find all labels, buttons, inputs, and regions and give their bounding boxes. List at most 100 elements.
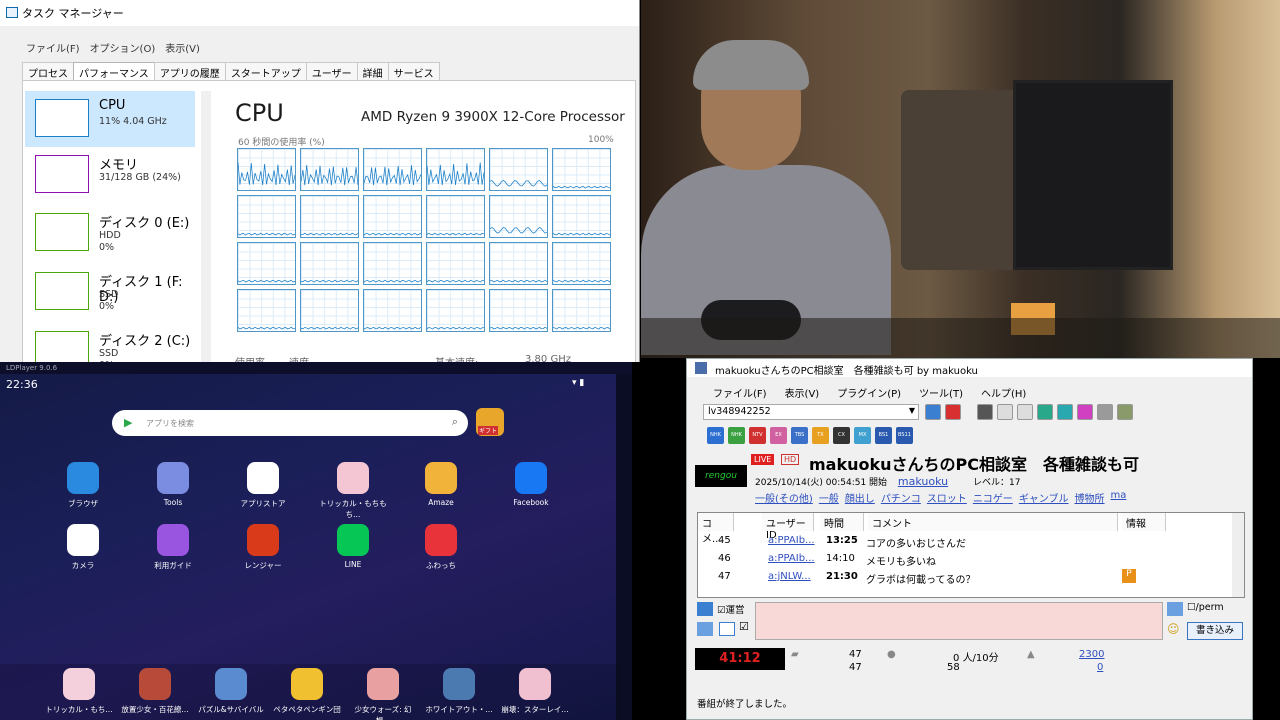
owner-link[interactable]: makuoku [898,475,948,488]
dock-app[interactable]: トリッカル・もち... [44,668,114,715]
search-button[interactable] [1077,404,1093,420]
tab-app-history[interactable]: アプリの履歴 [153,62,226,80]
col-comment[interactable]: コメント [868,513,1118,531]
comment-time: 21:30 [826,571,858,582]
dock-app[interactable]: ペタペタペンギン団 [272,668,342,715]
menu-view[interactable]: 表示(V) [785,385,820,400]
comment-user[interactable]: a:jNLW... [768,571,811,582]
tag-link[interactable]: 一般 [819,490,839,505]
menu-file[interactable]: ファイル(F) [26,40,80,55]
tab-services[interactable]: サービス [387,62,440,80]
channel-button[interactable]: MX [854,427,871,444]
upload-button[interactable] [1037,404,1053,420]
table-row[interactable]: 47 a:jNLW... 21:30 グラボは何載ってるの？ P [698,569,1238,587]
menu-plugin[interactable]: プラグイン(P) [837,385,901,400]
perm-checkbox[interactable]: ☐/perm [1187,602,1224,613]
app-browser[interactable]: ブラウザ [48,462,118,509]
table-row[interactable]: 46 a:PPAIb... 14:10 メモリも多いね [698,551,1238,569]
col-info[interactable]: 情報 [1122,513,1166,531]
tab-users[interactable]: ユーザー [305,62,358,80]
sidebar-item-cpu[interactable]: CPU 11% 4.04 GHz [25,91,195,147]
app-game[interactable]: トリッカル・もちもち... [318,462,388,520]
channel-button[interactable]: TX [812,427,829,444]
comment-user[interactable]: a:PPAIb... [768,553,815,564]
menu-file[interactable]: ファイル(F) [713,385,767,400]
anonymous-checkbox[interactable]: ☑ [739,620,749,633]
tool-button[interactable] [997,404,1013,420]
tab-performance[interactable]: パフォーマンス [73,62,155,80]
channel-button[interactable]: BS11 [896,427,913,444]
tag-link[interactable]: ギャンブル [1019,490,1069,505]
app-folder[interactable]: Amaze [406,462,476,507]
channel-button[interactable]: CX [833,427,850,444]
tag-link[interactable]: ニコゲー [973,490,1013,505]
live-id-combo[interactable]: lv348942252 ▼ [703,404,919,420]
comment-user[interactable]: a:PPAIb... [768,535,815,546]
tag-link[interactable]: ma [1111,490,1127,505]
dock-app[interactable]: 崩壊：スターレイ... [500,668,570,715]
channel-button[interactable]: NTV [749,427,766,444]
menu-tools[interactable]: ツール(T) [919,385,963,400]
col-number[interactable]: コメ... [698,513,734,545]
sidebar-item-disk2[interactable]: ディスク 2 (C:) SSD 0% [25,323,195,362]
tool-button[interactable] [1017,404,1033,420]
post-button[interactable]: 書き込み [1187,622,1243,640]
search-icon[interactable]: ⌕ [452,415,458,429]
dock-app[interactable]: 放置少女・百花繚... [120,668,190,715]
tab-processes[interactable]: プロセス [22,62,74,80]
app-search-bar[interactable]: ▶ アプリを検索 ⌕ [112,410,468,436]
sidebar-item-disk0[interactable]: ディスク 0 (E:) HDD 0% [25,205,195,261]
tab-details[interactable]: 詳細 [356,62,389,80]
channel-button[interactable]: EX [770,427,787,444]
dock-app[interactable]: ホワイトアウト・... [424,668,494,715]
app-guide[interactable]: 利用ガイド [138,524,208,571]
tab-startup[interactable]: スタートアップ [224,62,307,80]
list-icon[interactable] [719,622,735,636]
gift-icon[interactable]: ギフト [476,408,504,436]
app-line[interactable]: LINE [318,524,388,569]
app-camera[interactable]: カメラ [48,524,118,571]
sidebar-scrollbar[interactable] [201,91,211,362]
tag-link[interactable]: 顔出し [845,490,875,505]
app-tools[interactable]: Tools [138,462,208,507]
window-button[interactable] [1097,404,1113,420]
comment-input[interactable] [755,602,1163,640]
col-user-id[interactable]: ユーザーID [762,513,814,541]
dock-app[interactable]: 少女ウォーズ: 幻想... [348,668,418,720]
tag-link[interactable]: パチンコ [881,490,921,505]
ad-points[interactable]: 2300 [1079,649,1104,660]
channel-button[interactable]: BS1 [875,427,892,444]
tag-link[interactable]: 一般(その他) [755,490,813,505]
cpu-core-graph [300,195,359,238]
keyboard-icon[interactable] [697,622,713,636]
table-row[interactable]: 45 a:PPAIb... 13:25 コアの多いおじさんだ [698,533,1238,551]
tag-link[interactable]: 博物所 [1075,490,1105,505]
menu-options[interactable]: オプション(O) [90,40,156,55]
sidebar-item-disk1[interactable]: ディスク 1 (F: D:) SSD 0% [25,264,195,320]
app-fuwacchi[interactable]: ふわっち [406,524,476,571]
sidebar-item-memory[interactable]: メモリ 31/128 GB (24%) [25,147,195,203]
app-gamepad[interactable]: アプリストア [228,462,298,509]
tag-link[interactable]: スロット [927,490,967,505]
app-ranger[interactable]: レンジャー [228,524,298,571]
unei-checkbox[interactable]: ☑運営 [717,602,745,616]
channel-button[interactable]: NHK [707,427,724,444]
channel-button[interactable]: NHK [728,427,745,444]
app-facebook[interactable]: Facebook [496,462,566,507]
col-time[interactable]: 時間 [820,513,864,531]
disconnect-button[interactable] [945,404,961,420]
ng-icon[interactable] [697,602,713,616]
menu-view[interactable]: 表示(V) [165,40,200,55]
save-button[interactable] [977,404,993,420]
sidebar-item-type: HDD [99,230,121,241]
dock-app[interactable]: パズル&サバイバル [196,668,266,715]
emoji-icon[interactable]: ☺ [1167,622,1180,636]
comment-scrollbar[interactable] [1232,513,1244,597]
command-icon[interactable] [1167,602,1183,616]
connect-button[interactable] [925,404,941,420]
settings-button[interactable] [1117,404,1133,420]
menu-help[interactable]: ヘルプ(H) [981,385,1026,400]
gift-points[interactable]: 0 [1097,662,1103,673]
channel-button[interactable]: TBS [791,427,808,444]
users-button[interactable] [1057,404,1073,420]
